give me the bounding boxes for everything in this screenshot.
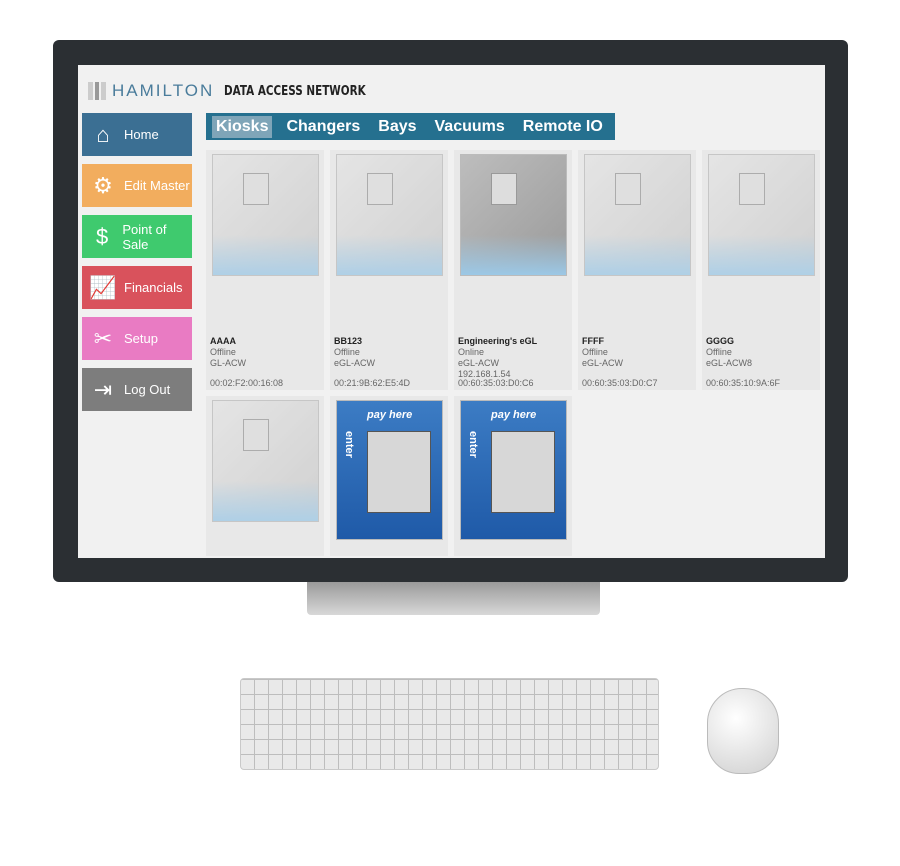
device-name: Engineering's eGL xyxy=(458,336,538,346)
sidebar-item-label: Financials xyxy=(124,280,183,295)
monitor-stand xyxy=(307,582,600,615)
tab-kiosks[interactable]: Kiosks xyxy=(212,115,273,138)
sidebar-item-home[interactable]: ⌂ Home xyxy=(82,113,192,156)
sidebar-item-setup[interactable]: ✂ Setup xyxy=(82,317,192,360)
home-icon: ⌂ xyxy=(96,121,110,147)
device-name: GGGG xyxy=(706,336,735,346)
device-mac: 00:02:F2:00:16:08 xyxy=(210,378,284,388)
device-card[interactable]: pay here enter xyxy=(454,396,572,556)
mouse xyxy=(707,688,779,774)
device-status: Online xyxy=(458,347,485,357)
device-status: Offline xyxy=(210,347,236,357)
tab-changers[interactable]: Changers xyxy=(282,116,364,138)
device-model: eGL-ACW8 xyxy=(706,358,753,368)
device-card[interactable]: BB123 Offline eGL-ACW 00:21:9B:62:E5:4D xyxy=(330,150,448,390)
kiosk-image xyxy=(584,154,691,276)
sidebar-item-log-out[interactable]: ⇥ Log Out xyxy=(82,368,192,411)
device-status: Offline xyxy=(582,347,608,357)
device-model: eGL-ACW xyxy=(458,358,500,368)
device-card[interactable]: FFFF Offline eGL-ACW 00:60:35:03:D0:C7 xyxy=(578,150,696,390)
device-card[interactable] xyxy=(206,396,324,556)
enter-text: enter xyxy=(467,431,479,458)
kiosk-image xyxy=(336,154,443,276)
exit-door-icon: ⇥ xyxy=(93,376,113,402)
device-mac: 00:60:35:03:D0:C7 xyxy=(582,378,658,388)
device-grid: AAAA Offline GL-ACW 00:02:F2:00:16:08 BB… xyxy=(206,150,825,556)
pay-here-text: pay here xyxy=(367,409,413,421)
device-name: AAAA xyxy=(210,336,236,346)
kiosk-image xyxy=(212,154,319,276)
device-name: BB123 xyxy=(334,336,363,346)
sidebar-item-label: Log Out xyxy=(124,382,171,397)
device-tabs: Kiosks Changers Bays Vacuums Remote IO xyxy=(206,113,615,140)
pay-kiosk-image: pay here enter xyxy=(460,400,567,540)
device-mac: 00:60:35:03:D0:C6 xyxy=(458,378,534,388)
sidebar: ⌂ Home ⚙ Edit Master $ Point of Sale 📈 Financia… xyxy=(82,113,192,419)
device-card[interactable]: AAAA Offline GL-ACW 00:02:F2:00:16:08 xyxy=(206,150,324,390)
device-mac: 00:21:9B:62:E5:4D xyxy=(334,378,411,388)
kiosk-image xyxy=(212,400,319,522)
pay-kiosk-image: pay here enter xyxy=(336,400,443,540)
app-subtitle: DATA ACCESS NETWORK xyxy=(224,83,366,99)
kiosk-image xyxy=(460,154,567,276)
device-name: FFFF xyxy=(582,336,604,346)
enter-text: enter xyxy=(343,431,355,458)
tab-bays[interactable]: Bays xyxy=(374,116,420,138)
tools-icon: ✂ xyxy=(93,325,113,351)
device-card[interactable]: Engineering's eGL Online eGL-ACW 192.168… xyxy=(454,150,572,390)
brand-name: HAMILTON xyxy=(112,81,215,100)
sidebar-item-label: Setup xyxy=(124,331,158,346)
device-status: Offline xyxy=(334,347,360,357)
sidebar-item-label: Point of Sale xyxy=(122,221,167,252)
sidebar-item-point-of-sale[interactable]: $ Point of Sale xyxy=(82,215,192,258)
dollar-monitor-icon: $ xyxy=(96,223,109,249)
gears-icon: ⚙ xyxy=(93,172,113,198)
device-status: Offline xyxy=(706,347,732,357)
tab-vacuums[interactable]: Vacuums xyxy=(431,116,509,138)
sidebar-item-label: Edit Master xyxy=(124,178,190,193)
pay-here-text: pay here xyxy=(491,409,537,421)
device-card[interactable]: GGGG Offline eGL-ACW8 00:60:35:10:9A:6F xyxy=(702,150,820,390)
sidebar-item-edit-master[interactable]: ⚙ Edit Master xyxy=(82,164,192,207)
device-mac: 00:60:35:10:9A:6F xyxy=(706,378,781,388)
device-model: GL-ACW xyxy=(210,358,246,368)
tab-remote-io[interactable]: Remote IO xyxy=(519,116,607,138)
chart-icon: 📈 xyxy=(89,274,117,300)
kiosk-image xyxy=(708,154,815,276)
logo: HAMILTON DATA ACCESS NETWORK xyxy=(88,81,401,101)
device-model: eGL-ACW xyxy=(334,358,376,368)
device-card[interactable]: pay here enter xyxy=(330,396,448,556)
hamilton-logo-icon xyxy=(88,82,107,100)
screen: HAMILTON DATA ACCESS NETWORK ⌂ Home ⚙ Edit … xyxy=(78,65,825,558)
device-model: eGL-ACW xyxy=(582,358,624,368)
sidebar-item-financials[interactable]: 📈 Financials xyxy=(82,266,192,309)
keyboard xyxy=(240,678,659,770)
sidebar-item-label: Home xyxy=(124,127,159,142)
